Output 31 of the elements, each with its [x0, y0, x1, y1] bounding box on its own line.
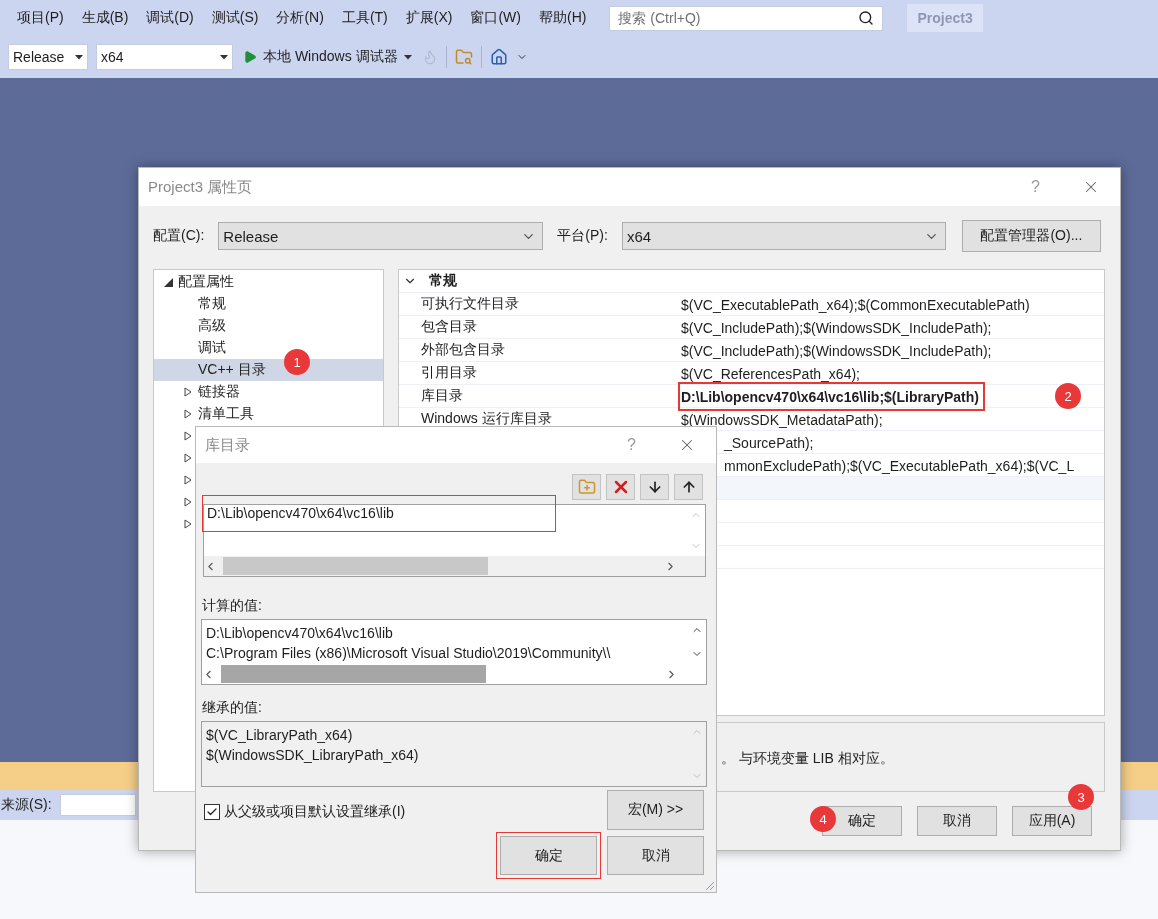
property-name: 引用目录 — [421, 364, 478, 382]
property-value: $(WindowsSDK_MetadataPath); — [681, 411, 883, 428]
property-value: $(VC_ExecutablePath_x64);$(CommonExecutablePath) — [681, 296, 1030, 313]
project-name: Project3 — [907, 4, 983, 32]
property-value: $(VC_IncludePath);$(WindowsSDK_IncludePath); — [681, 319, 992, 336]
section-label: 计算的值: — [202, 597, 263, 615]
step-marker: 4 — [810, 806, 836, 832]
section-label: 继承的值: — [202, 699, 263, 717]
property-value: $(VC_IncludePath);$(WindowsSDK_IncludePath); — [681, 342, 992, 359]
property-name: 外部包含目录 — [421, 341, 506, 359]
property-value: D:\Lib\opencv470\x64\vc16\lib;$(LibraryPath) — [681, 388, 979, 405]
description-text: 。 与环境变量 LIB 相对应。 — [721, 750, 894, 768]
inherited-value: $(WindowsSDK_LibraryPath_x64) — [206, 746, 420, 765]
step-marker: 3 — [1068, 784, 1094, 810]
inherited-value: $(VC_LibraryPath_x64) — [206, 726, 354, 745]
property-name: 可执行文件目录 — [421, 295, 520, 313]
property-name: 包含目录 — [421, 318, 478, 336]
computed-value: D:\Lib\opencv470\x64\vc16\lib — [206, 624, 394, 643]
field-label: 配置(C): — [153, 227, 205, 245]
checkbox-label: 从父级或项目默认设置继承(I) — [224, 803, 406, 821]
property-value: _SourcePath); — [724, 434, 814, 451]
property-name: Windows 运行库目录 — [421, 410, 553, 428]
step-marker: 1 — [284, 349, 310, 375]
window-title: 库目录 — [205, 435, 251, 455]
window-title: Project3 属性页 — [148, 177, 254, 197]
field-label: 平台(P): — [557, 227, 608, 245]
property-name: 库目录 — [421, 387, 464, 405]
field-label: 来源(S): — [1, 796, 52, 814]
computed-value: C:\Program Files (x86)\Microsoft Visual Studio\2019\Community\\ — [206, 644, 612, 663]
property-value: $(VC_ReferencesPath_x64); — [681, 365, 860, 382]
property-value: mmonExcludePath);$(VC_ExecutablePath_x64);$(VC_L — [724, 457, 1075, 474]
